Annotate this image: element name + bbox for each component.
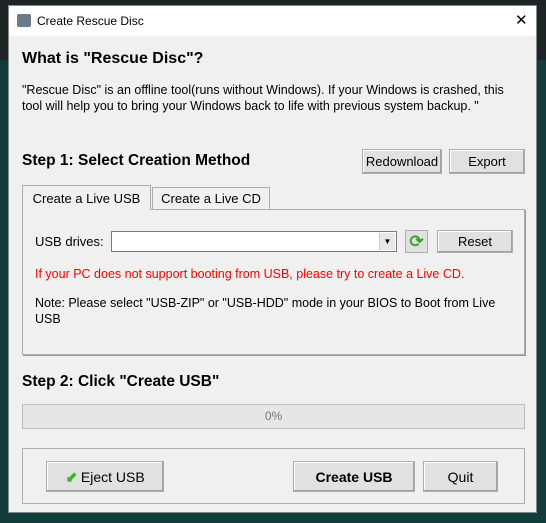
step2-title: Step 2: Click "Create USB": [22, 373, 220, 390]
reset-button[interactable]: Reset: [437, 230, 513, 253]
title-bar: Create Rescue Disc ✕: [9, 6, 536, 36]
live-usb-panel: USB drives: ▼ ⟳ Reset If your PC does no…: [22, 209, 525, 355]
progress-bar: 0%: [22, 404, 525, 429]
refresh-button[interactable]: ⟳: [405, 230, 428, 253]
intro-heading: What is "Rescue Disc"?: [22, 50, 204, 67]
usb-boot-warning: If your PC does not support booting from…: [35, 267, 465, 281]
redownload-button[interactable]: Redownload: [362, 149, 442, 174]
eject-usb-label: Eject USB: [80, 468, 145, 485]
create-rescue-disc-dialog: Create Rescue Disc ✕ What is "Rescue Dis…: [8, 5, 537, 513]
usb-drives-label: USB drives:: [35, 234, 104, 249]
create-usb-button[interactable]: Create USB: [293, 461, 415, 492]
refresh-icon: ⟳: [409, 231, 424, 251]
export-button[interactable]: Export: [449, 149, 525, 174]
usb-drives-dropdown[interactable]: ▼: [111, 231, 397, 252]
tab-live-cd[interactable]: Create a Live CD: [152, 187, 270, 209]
app-icon: [17, 14, 31, 27]
tab-live-usb[interactable]: Create a Live USB: [22, 185, 151, 210]
quit-button[interactable]: Quit: [423, 461, 498, 492]
bios-note: Note: Please select "USB-ZIP" or "USB-HD…: [35, 296, 496, 326]
intro-text: "Rescue Disc" is an offline tool(runs wi…: [22, 83, 504, 113]
window-title: Create Rescue Disc: [37, 14, 144, 28]
chevron-down-icon: ▼: [379, 233, 395, 250]
progress-text: 0%: [264, 409, 283, 423]
eject-usb-button[interactable]: ⬋ Eject USB: [46, 461, 164, 492]
close-button[interactable]: ✕: [515, 11, 528, 29]
action-group: ⬋ Eject USB Create USB Quit: [22, 448, 525, 504]
eject-usb-icon: ⬋: [65, 468, 78, 486]
step1-title: Step 1: Select Creation Method: [22, 152, 251, 169]
